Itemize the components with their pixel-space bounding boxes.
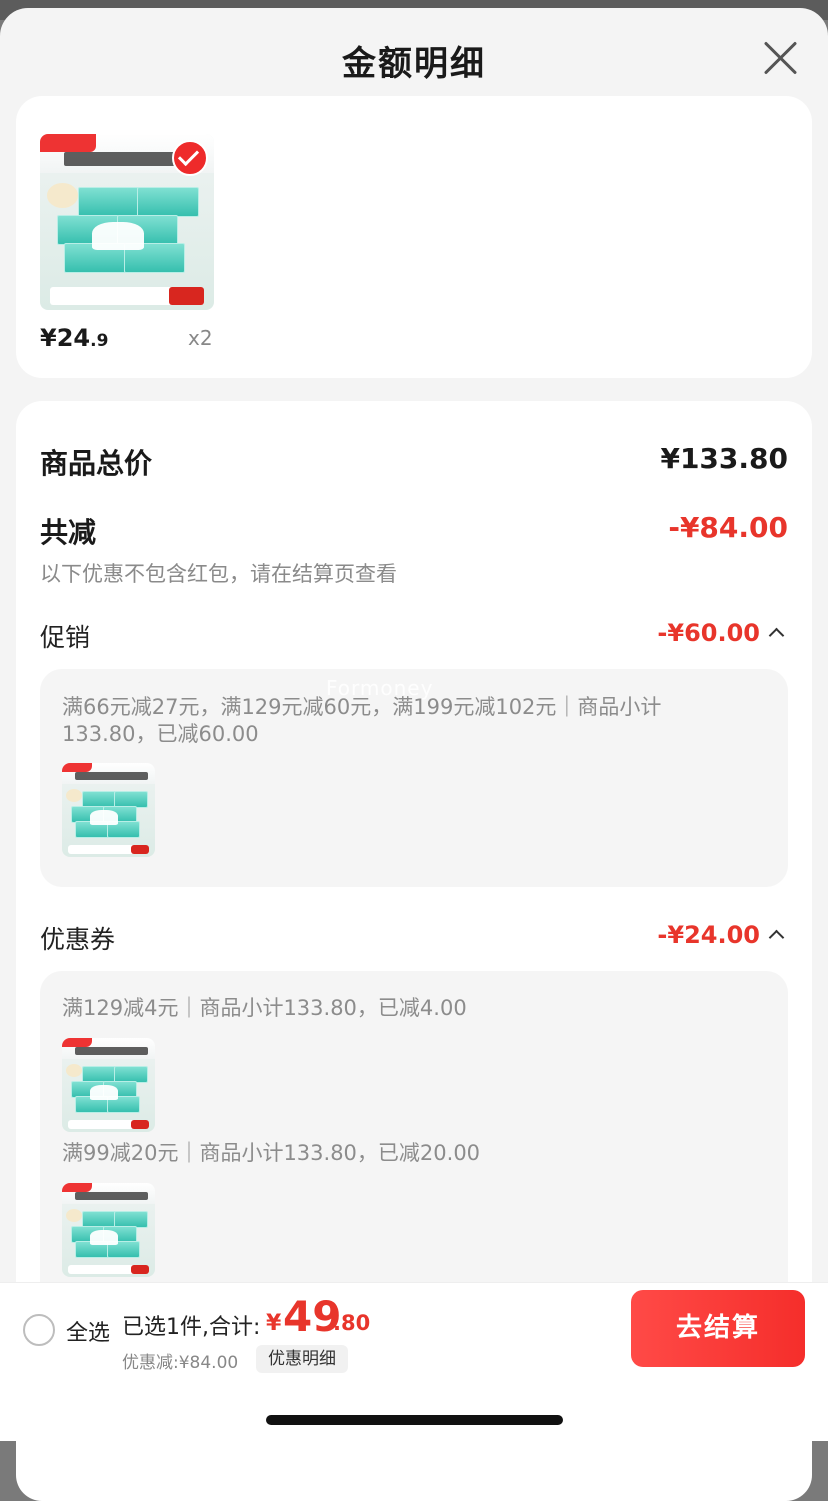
reduction-note: 以下优惠不包含红包，请在结算页查看	[40, 562, 397, 586]
coupon-rule-2: 满99减20元｜商品小计133.80，已减20.00	[62, 1141, 481, 1165]
select-all-label[interactable]: 全选	[66, 1315, 110, 1347]
total-price-label: 商品总价	[40, 447, 153, 480]
promotion-product-thumbnail	[62, 763, 155, 857]
coupon-2-product-thumbnail	[62, 1183, 155, 1277]
coupon-value[interactable]: -¥24.00	[657, 921, 760, 949]
promotion-rule-text: 满66元减27元，满129元减60元，满199元减102元｜商品小计133.80…	[62, 695, 662, 746]
discount-detail-button[interactable]: 优惠明细	[256, 1345, 348, 1373]
product-quantity: x2	[188, 326, 213, 350]
sheet-title: 金额明细	[342, 44, 486, 84]
total-reduction-value: -¥84.00	[668, 511, 788, 544]
close-icon[interactable]	[760, 38, 800, 78]
coupon-label: 优惠券	[40, 925, 116, 954]
promotion-label: 促销	[40, 623, 91, 652]
selected-check-icon[interactable]	[172, 140, 208, 176]
discount-note: 优惠减:¥84.00	[122, 1353, 239, 1373]
product-price: ¥24.9	[40, 324, 109, 352]
total-currency: ¥	[266, 1311, 282, 1336]
coupon-rule-1: 满129减4元｜商品小计133.80，已减4.00	[62, 996, 467, 1020]
promotion-value[interactable]: -¥60.00	[657, 619, 760, 647]
select-all-checkbox[interactable]	[23, 1314, 55, 1346]
total-price-value: ¥133.80	[660, 442, 788, 475]
coupon-1-product-thumbnail	[62, 1038, 155, 1132]
checkout-button[interactable]: 去结算	[631, 1290, 805, 1367]
total-reduction-label: 共减	[40, 516, 97, 549]
home-zone	[0, 1376, 828, 1441]
selected-summary: 已选1件,合计:	[122, 1315, 261, 1340]
home-indicator[interactable]	[266, 1415, 563, 1425]
total-amount-decimal: .80	[333, 1311, 371, 1335]
